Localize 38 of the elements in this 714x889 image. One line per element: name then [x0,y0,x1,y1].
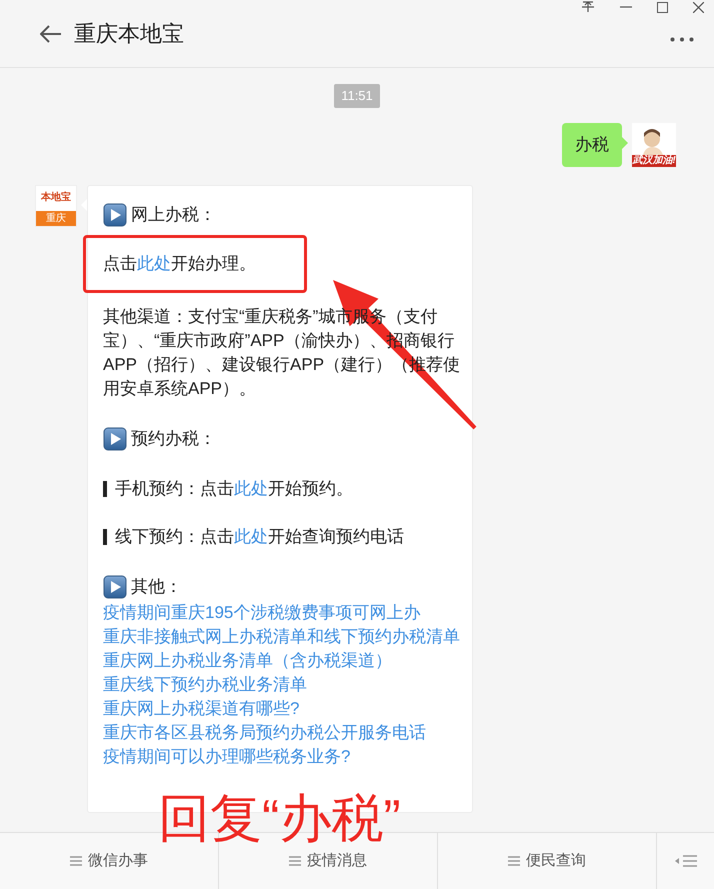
article-link[interactable]: 疫情期间可以办理哪些税务业务? [103,744,462,768]
section-heading: 其他： [131,576,182,598]
timestamp: 11:51 [334,84,380,108]
article-link[interactable]: 疫情期间重庆195个涉税缴费事项可网上办 [103,600,462,624]
avatar-logo-text: 本地宝 [40,190,72,204]
more-icon[interactable] [670,37,694,42]
maximize-icon[interactable] [657,2,668,12]
bullet-bar [103,528,107,544]
avatar-city: 重庆 [36,210,76,226]
menu-tab[interactable]: 便民查询 [438,833,657,889]
avatar-caption: 武汉加油! [632,154,676,166]
minimize-icon[interactable] [620,6,632,8]
pin-icon[interactable] [581,1,595,13]
link[interactable]: 此处 [234,478,268,498]
link[interactable]: 此处 [137,254,171,272]
window-title: 重庆本地宝 [74,20,184,48]
article-link[interactable]: 重庆线下预约办税业务清单 [103,672,462,696]
paragraph: 手机预约：点击此处开始预约。 [115,478,353,500]
play-icon [103,202,127,226]
paragraph: 线下预约：点击此处开始查询预约电话 [115,526,404,548]
collapse-menu-icon [674,855,696,867]
article-link[interactable]: 重庆网上办税渠道有哪些? [103,696,462,720]
bullet-bar [103,480,107,496]
link[interactable]: 此处 [234,526,268,546]
menu-icon [508,856,520,866]
play-icon [103,426,127,450]
back-arrow-icon[interactable] [40,24,62,42]
play-icon [103,574,127,598]
menu-icon [289,856,301,866]
paragraph: 点击此处开始办理。 [103,252,256,274]
article-link[interactable]: 重庆市各区县税务局预约办税公开服务电话 [103,720,462,744]
message-bubble: 办税 [562,122,622,166]
close-icon[interactable] [693,2,704,12]
section-heading: 网上办税： [131,204,216,226]
section-heading: 预约办税： [131,428,216,450]
article-link[interactable]: 重庆非接触式网上办税清单和线下预约办税清单 [103,624,462,648]
menu-icon [70,856,82,866]
article-link[interactable]: 重庆网上办税业务清单（含办税渠道） [103,648,462,672]
